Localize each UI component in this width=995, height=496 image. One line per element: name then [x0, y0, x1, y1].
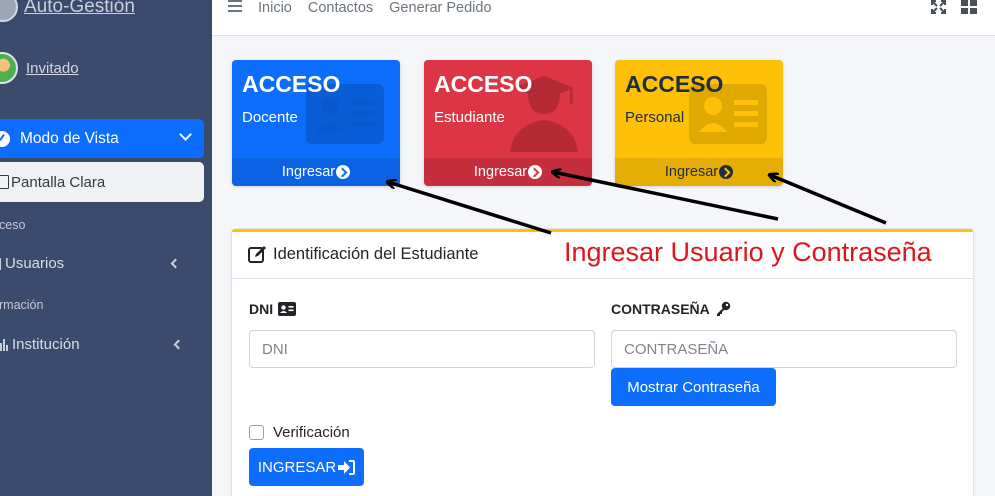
access-box-personal: ACCESO Personal Ingresar [615, 60, 783, 186]
box-title: ACCESO [242, 71, 341, 97]
annotation-text: Ingresar Usuario y Contraseña [564, 237, 932, 267]
card-header: Identificación del Estudiante Ingresar U… [232, 232, 973, 279]
top-nav: Inicio Contactos Generar Pedido [258, 0, 492, 16]
edit-icon [248, 246, 266, 263]
app-root: Auto-Gestión Invitado Modo de Vista Pant… [0, 0, 995, 496]
login-card: Identificación del Estudiante Ingresar U… [232, 229, 973, 496]
sidebar-item-label: Pantalla Clara [11, 173, 106, 191]
box-footer-link[interactable]: Ingresar [424, 158, 592, 186]
box-footer-label: Ingresar [281, 164, 336, 180]
box-title: ACCESO [625, 71, 724, 97]
verification-label: Verificación [273, 424, 350, 441]
box-title: ACCESO [434, 71, 533, 97]
access-box-docente: ACCESO Docente Ingresar [232, 60, 400, 186]
fullscreen-icon[interactable] [931, 0, 946, 14]
sidebar-item-pantalla-clara[interactable]: Pantalla Clara [0, 162, 204, 202]
arrow-to-personal [770, 175, 887, 225]
sidebar-item-modo-de-vista[interactable]: Modo de Vista [0, 119, 204, 158]
arrow-circle-right-icon [528, 165, 543, 179]
dni-input[interactable] [249, 330, 595, 368]
submit-label: INGRESAR [257, 458, 337, 476]
brand-logo-icon [0, 0, 18, 22]
password-label-text: CONTRASEÑA [611, 301, 710, 317]
nav-link-contactos[interactable]: Contactos [308, 0, 373, 16]
dni-label-text: DNI [249, 301, 274, 317]
box-subtitle: Docente [242, 109, 298, 126]
box-footer-label: Ingresar [664, 164, 719, 180]
chevron-down-icon [179, 128, 192, 141]
sidebar-item-usuarios[interactable]: Usuarios [0, 255, 201, 272]
topbar: Inicio Contactos Generar Pedido [212, 0, 995, 36]
box-footer-link[interactable]: Ingresar [232, 158, 400, 186]
sidebar-item-label: Institución [12, 336, 80, 353]
nav-link-generar-pedido[interactable]: Generar Pedido [389, 0, 491, 16]
arrow-circle-right-icon [719, 165, 734, 179]
nav-link-inicio[interactable]: Inicio [258, 0, 292, 16]
arrow-circle-right-icon [336, 165, 351, 179]
user-panel[interactable]: Invitado [0, 52, 79, 84]
key-icon [716, 301, 730, 316]
sidebar-item-label: Modo de Vista [20, 129, 119, 147]
sidebar-header-acceso: ceso [0, 218, 26, 232]
sign-in-icon [338, 459, 356, 475]
sidebar-item-institucion[interactable]: Institución [0, 336, 204, 353]
password-label: CONTRASEÑA [611, 301, 731, 317]
avatar [0, 52, 18, 84]
apps-grid-icon[interactable] [961, 0, 977, 14]
id-card-icon [278, 302, 297, 316]
password-input[interactable] [611, 330, 957, 368]
show-password-button[interactable]: Mostrar Contraseña [611, 368, 776, 406]
box-subtitle: Estudiante [434, 109, 505, 126]
tachometer-icon [0, 130, 10, 147]
submit-button[interactable]: INGRESAR [249, 448, 364, 486]
dni-label: DNI [249, 301, 297, 317]
arrow-to-docente [388, 182, 552, 235]
chevron-left-icon [173, 339, 184, 350]
sidebar-item-label: Usuarios [5, 255, 65, 272]
brand-name[interactable]: Auto-Gestión [24, 0, 135, 18]
box-footer-label: Ingresar [473, 164, 528, 180]
box-footer-link[interactable]: Ingresar [615, 158, 783, 186]
brand-link[interactable]: Auto-Gestión [0, 0, 135, 22]
sidebar-header-informacion: rmación [0, 298, 44, 312]
card-title: Identificación del Estudiante [273, 245, 479, 263]
verification-checkbox[interactable] [249, 425, 264, 440]
menu-toggle-icon[interactable] [228, 0, 242, 14]
chevron-left-icon [170, 258, 181, 269]
chart-bar-icon [0, 338, 8, 351]
sidebar: Auto-Gestión Invitado Modo de Vista Pant… [0, 0, 212, 496]
users-icon [0, 257, 1, 270]
access-box-estudiante: ACCESO Estudiante Ingresar [424, 60, 592, 186]
box-subtitle: Personal [625, 109, 685, 126]
file-icon [0, 175, 9, 189]
user-name[interactable]: Invitado [26, 60, 79, 77]
